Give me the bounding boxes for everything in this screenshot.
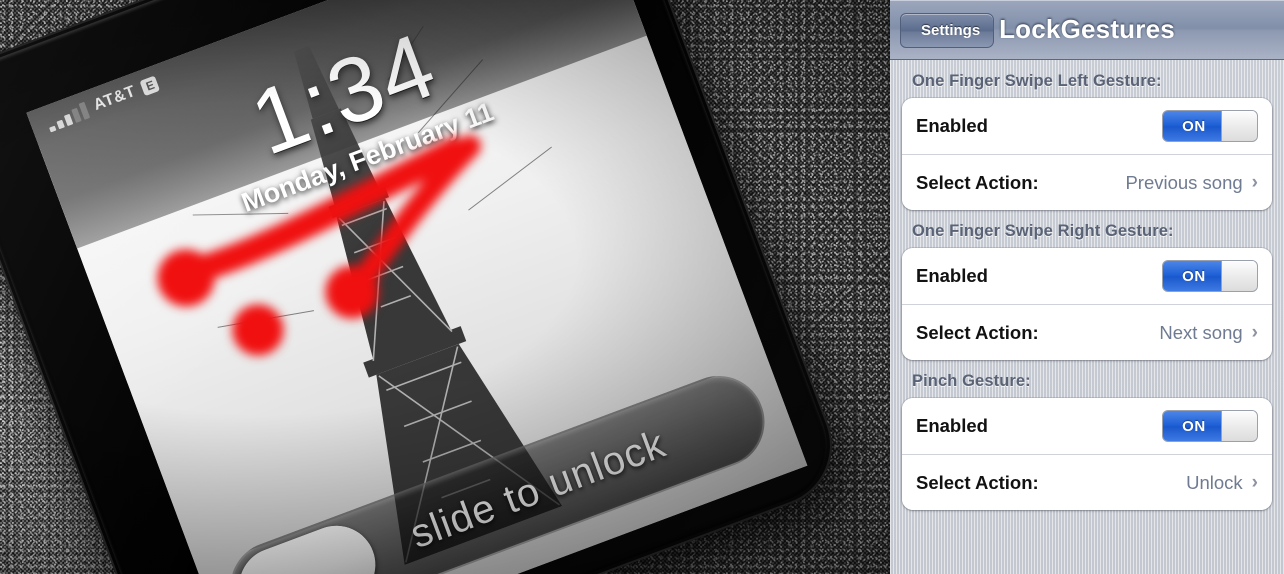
enabled-toggle-swipe-left[interactable]: ON [1162,110,1258,142]
enabled-label: Enabled [916,415,988,436]
chevron-right-icon: › [1251,472,1258,493]
enabled-label: Enabled [916,115,988,136]
iphone-photo: AT&T E 🔒 1:34 Monday, February 11 slide … [0,0,890,574]
section-header-swipe-left: One Finger Swipe Left Gesture: [912,72,1162,90]
select-action-label: Select Action: [916,471,1039,493]
select-action-value: Next song [1159,321,1243,343]
photo-vignette [0,0,890,574]
page-title: LockGestures [999,14,1175,44]
section-header-swipe-right: One Finger Swipe Right Gesture: [912,222,1174,240]
toggle-state-label: ON [1182,267,1206,285]
row-enabled-pinch[interactable]: Enabled ON [902,398,1272,454]
back-button[interactable]: Settings [900,13,995,48]
row-enabled-swipe-left[interactable]: Enabled ON [902,98,1272,154]
section-header-pinch: Pinch Gesture: [912,372,1031,390]
enabled-toggle-pinch[interactable]: ON [1162,410,1258,442]
toggle-knob[interactable] [1221,111,1257,141]
chevron-right-icon: › [1251,322,1258,343]
enabled-label: Enabled [916,265,988,286]
settings-scroll-area[interactable]: One Finger Swipe Left Gesture: Enabled O… [890,60,1284,510]
select-action-label: Select Action: [916,171,1039,193]
chevron-right-icon: › [1251,172,1258,193]
row-enabled-swipe-right[interactable]: Enabled ON [902,248,1272,304]
select-action-label: Select Action: [916,321,1039,343]
toggle-knob[interactable] [1221,261,1257,291]
screenshot-root: AT&T E 🔒 1:34 Monday, February 11 slide … [0,0,1284,574]
settings-group-swipe-left: Enabled ON Select Action: Previous song … [902,98,1272,210]
row-select-action-swipe-left[interactable]: Select Action: Previous song › [902,154,1272,210]
row-select-action-pinch[interactable]: Select Action: Unlock › [902,454,1272,510]
row-select-action-swipe-right[interactable]: Select Action: Next song › [902,304,1272,360]
select-action-value: Previous song [1125,171,1243,193]
settings-panel: Settings LockGestures One Finger Swipe L… [890,0,1284,574]
navigation-bar: Settings LockGestures [890,0,1284,60]
toggle-state-label: ON [1182,117,1206,135]
toggle-state-label: ON [1182,417,1206,435]
toggle-on-track: ON [1163,111,1225,141]
toggle-on-track: ON [1163,261,1225,291]
enabled-toggle-swipe-right[interactable]: ON [1162,260,1258,292]
settings-group-swipe-right: Enabled ON Select Action: Next song › [902,248,1272,360]
settings-group-pinch: Enabled ON Select Action: Unlock › [902,398,1272,510]
back-button-label: Settings [921,22,981,39]
toggle-knob[interactable] [1221,411,1257,441]
toggle-on-track: ON [1163,411,1225,441]
select-action-value: Unlock [1186,471,1243,493]
